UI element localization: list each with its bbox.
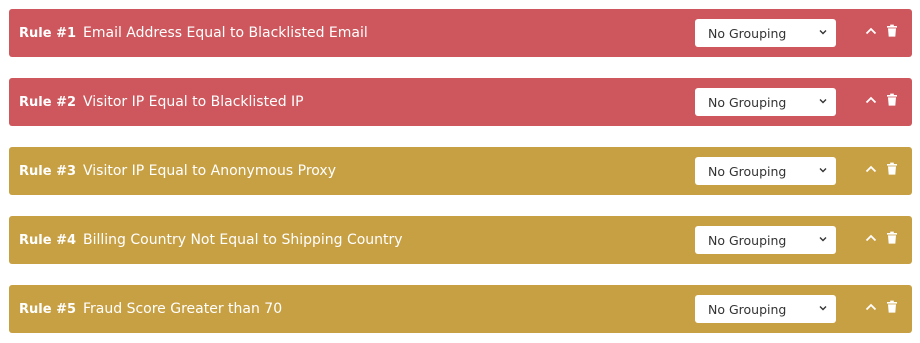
rule-row: Rule #5 Fraud Score Greater than 70 No G… bbox=[9, 285, 912, 333]
grouping-select[interactable]: No Grouping bbox=[695, 295, 836, 323]
rule-number: Rule #3 bbox=[19, 163, 77, 179]
rule-description: Billing Country Not Equal to Shipping Co… bbox=[83, 232, 403, 248]
rule-number: Rule #2 bbox=[19, 94, 77, 110]
rule-description: Visitor IP Equal to Blacklisted IP bbox=[83, 94, 304, 110]
chevron-down-icon bbox=[819, 30, 827, 35]
trash-icon[interactable] bbox=[886, 300, 900, 314]
chevron-up-icon[interactable] bbox=[864, 231, 878, 245]
trash-icon[interactable] bbox=[886, 93, 900, 107]
rule-description: Fraud Score Greater than 70 bbox=[83, 301, 283, 317]
chevron-down-icon bbox=[819, 99, 827, 104]
chevron-down-icon bbox=[819, 306, 827, 311]
rule-row: Rule #1 Email Address Equal to Blacklist… bbox=[9, 9, 912, 57]
rule-actions bbox=[864, 231, 900, 245]
chevron-up-icon[interactable] bbox=[864, 93, 878, 107]
trash-icon[interactable] bbox=[886, 231, 900, 245]
rule-number: Rule #5 bbox=[19, 301, 77, 317]
grouping-select-value: No Grouping bbox=[708, 25, 787, 41]
rule-description: Visitor IP Equal to Anonymous Proxy bbox=[83, 163, 336, 179]
trash-icon[interactable] bbox=[886, 162, 900, 176]
grouping-select[interactable]: No Grouping bbox=[695, 88, 836, 116]
rule-number: Rule #1 bbox=[19, 25, 77, 41]
rule-actions bbox=[864, 93, 900, 107]
rule-row: Rule #3 Visitor IP Equal to Anonymous Pr… bbox=[9, 147, 912, 195]
rule-number: Rule #4 bbox=[19, 232, 77, 248]
rule-actions bbox=[864, 162, 900, 176]
grouping-select-value: No Grouping bbox=[708, 163, 787, 179]
rules-list: Rule #1 Email Address Equal to Blacklist… bbox=[0, 0, 920, 343]
chevron-up-icon[interactable] bbox=[864, 300, 878, 314]
rule-row: Rule #4 Billing Country Not Equal to Shi… bbox=[9, 216, 912, 264]
chevron-up-icon[interactable] bbox=[864, 162, 878, 176]
chevron-down-icon bbox=[819, 168, 827, 173]
rule-actions bbox=[864, 300, 900, 314]
grouping-select[interactable]: No Grouping bbox=[695, 19, 836, 47]
grouping-select-value: No Grouping bbox=[708, 232, 787, 248]
grouping-select[interactable]: No Grouping bbox=[695, 157, 836, 185]
grouping-select[interactable]: No Grouping bbox=[695, 226, 836, 254]
rule-actions bbox=[864, 24, 900, 38]
chevron-up-icon[interactable] bbox=[864, 24, 878, 38]
grouping-select-value: No Grouping bbox=[708, 301, 787, 317]
chevron-down-icon bbox=[819, 237, 827, 242]
rule-description: Email Address Equal to Blacklisted Email bbox=[83, 25, 368, 41]
trash-icon[interactable] bbox=[886, 24, 900, 38]
rule-row: Rule #2 Visitor IP Equal to Blacklisted … bbox=[9, 78, 912, 126]
grouping-select-value: No Grouping bbox=[708, 94, 787, 110]
